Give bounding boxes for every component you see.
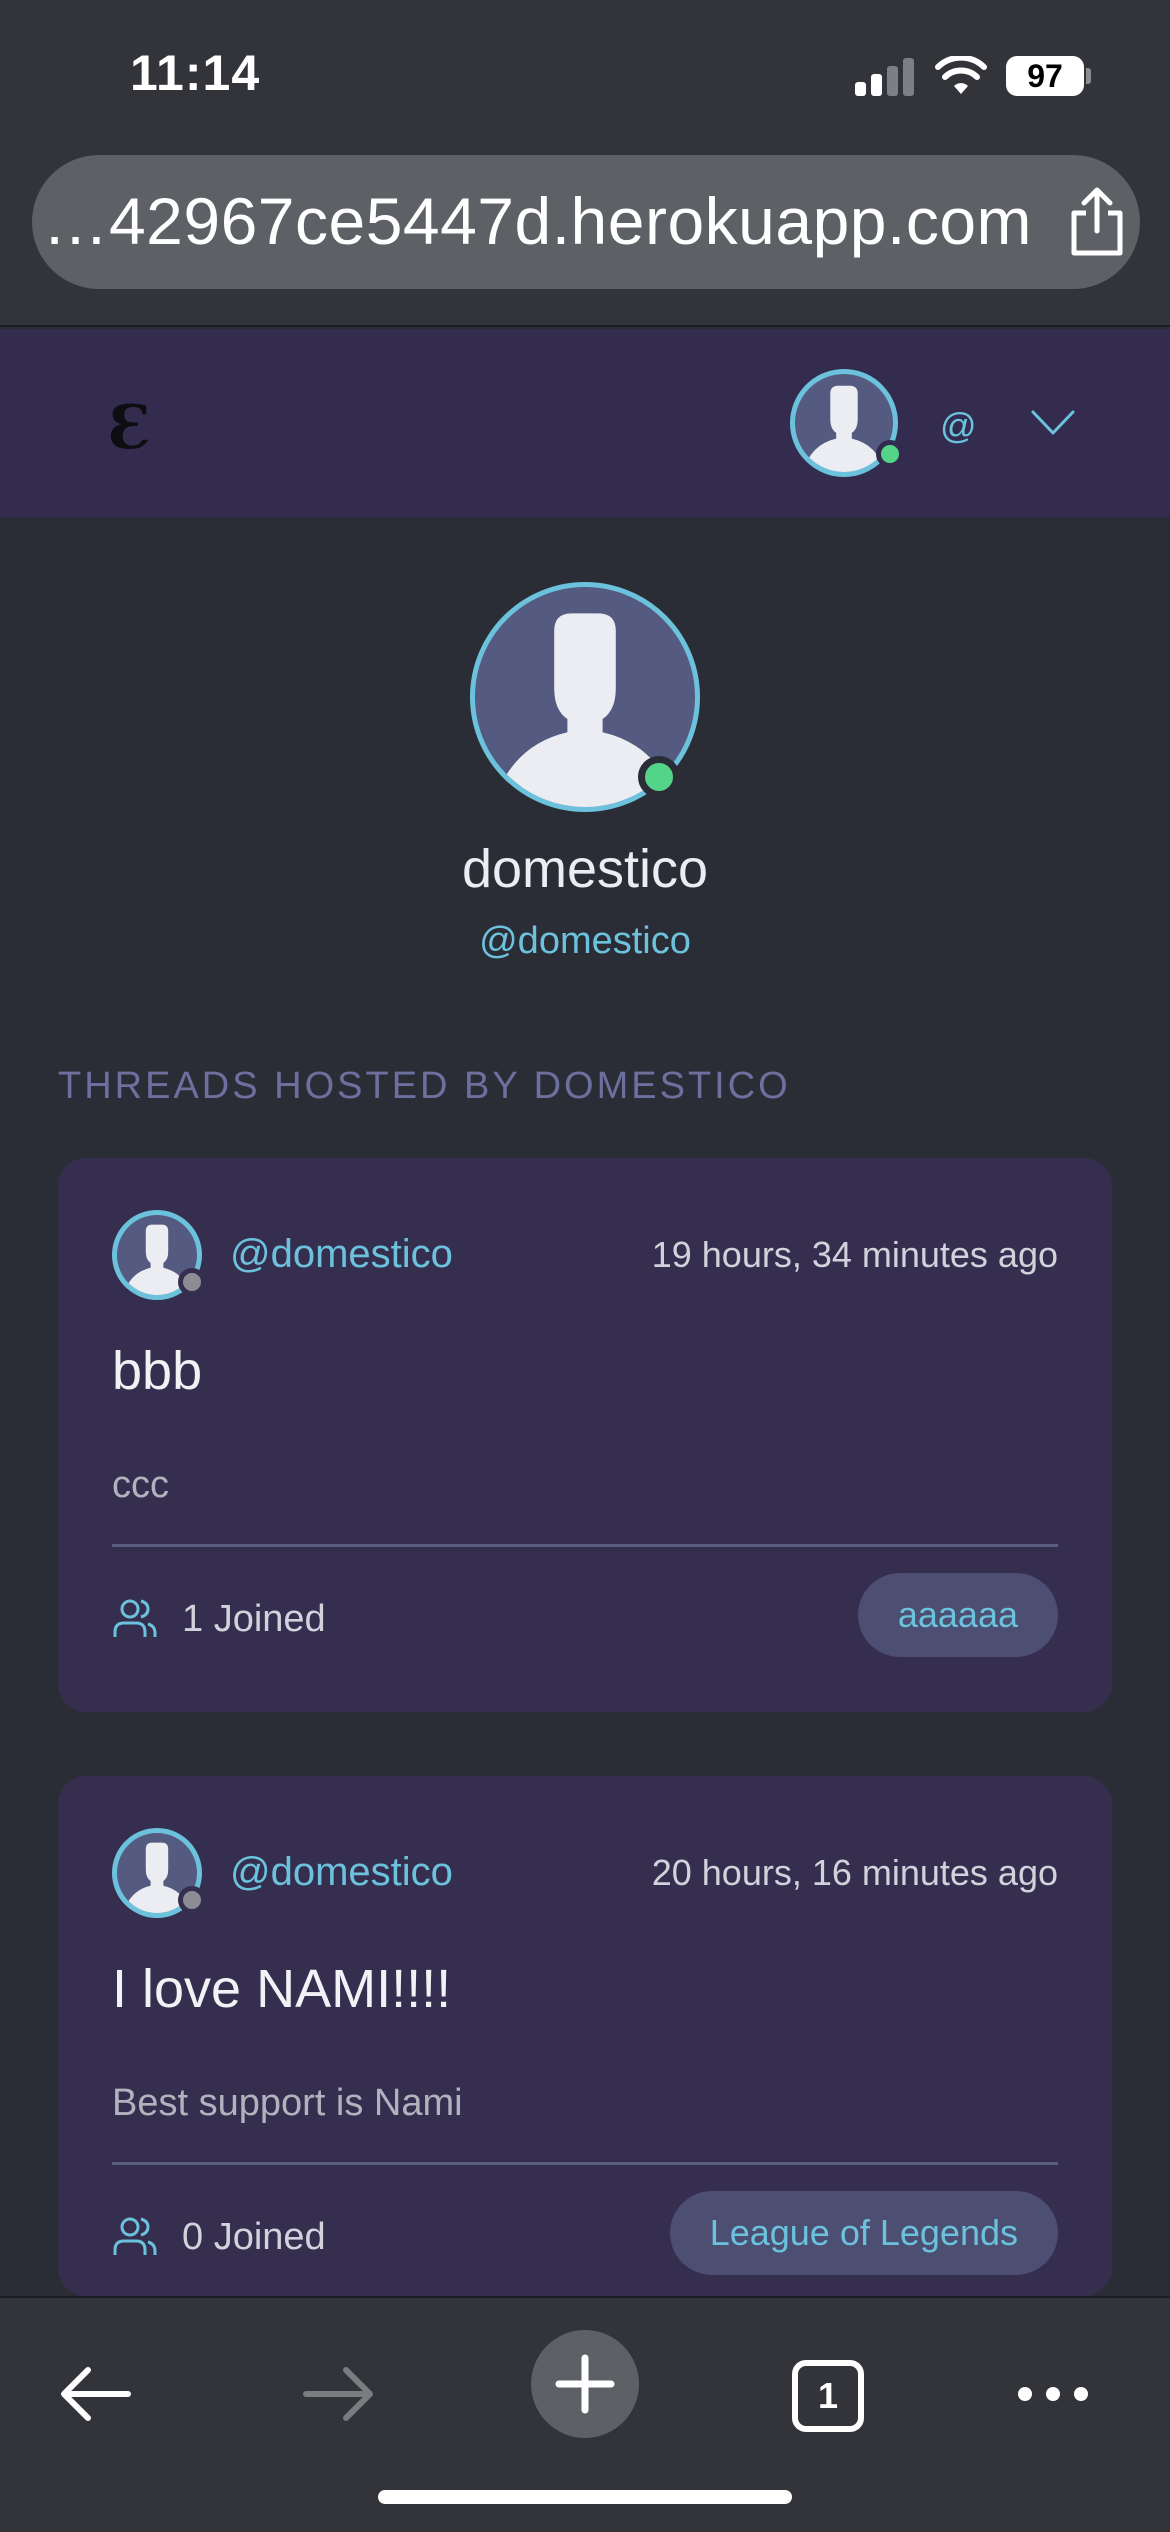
thread-tag[interactable]: League of Legends	[669, 2191, 1058, 2275]
joined-count: 0 Joined	[182, 2216, 326, 2258]
thread-title[interactable]: I love NAMI!!!!	[112, 1958, 451, 2020]
battery-icon: 97	[1006, 56, 1084, 96]
battery-tip	[1086, 68, 1091, 84]
divider	[112, 1544, 1058, 1547]
url-bar[interactable]: …42967ce5447d.herokuapp.com	[32, 155, 1140, 289]
site-logo[interactable]: Ɛ	[108, 393, 151, 463]
joined-count: 1 Joined	[182, 1598, 326, 1640]
thread-timestamp: 20 hours, 16 minutes ago	[651, 1852, 1058, 1893]
thread-description: ccc	[112, 1464, 169, 1506]
header-username[interactable]: @	[940, 405, 977, 447]
profile-handle: @domestico	[479, 920, 691, 962]
tabs-icon[interactable]: 1	[792, 2360, 864, 2432]
app-header: Ɛ @	[0, 329, 1170, 517]
home-indicator	[378, 2490, 792, 2504]
browser-address-area: …42967ce5447d.herokuapp.com	[0, 150, 1170, 327]
thread-author[interactable]: @domestico	[230, 1850, 453, 1895]
users-icon	[113, 2217, 157, 2255]
thread-author[interactable]: @domestico	[230, 1232, 453, 1277]
url-text[interactable]: …42967ce5447d.herokuapp.com	[32, 183, 1032, 259]
thread-card[interactable]: @domestico 20 hours, 16 minutes ago I lo…	[58, 1776, 1112, 2296]
offline-status-dot	[178, 1268, 206, 1296]
plus-icon	[555, 2354, 615, 2414]
divider	[112, 2162, 1058, 2165]
new-tab-button[interactable]	[531, 2330, 639, 2438]
thread-description: Best support is Nami	[112, 2082, 463, 2124]
status-time: 11:14	[130, 45, 261, 101]
forward-arrow-icon[interactable]	[302, 2364, 376, 2424]
users-icon	[113, 1599, 157, 1637]
status-bar: 11:14 97	[0, 0, 1170, 150]
profile-name: domestico	[461, 839, 709, 899]
signal-icon	[855, 58, 915, 96]
thread-card[interactable]: @domestico 19 hours, 34 minutes ago bbb …	[58, 1158, 1112, 1712]
thread-title[interactable]: bbb	[112, 1340, 202, 1402]
thread-tag[interactable]: aaaaaa	[857, 1573, 1058, 1657]
online-status-dot	[876, 440, 904, 468]
section-title: THREADS HOSTED BY DOMESTICO	[58, 1065, 791, 1107]
thread-timestamp: 19 hours, 34 minutes ago	[651, 1234, 1058, 1275]
more-icon[interactable]	[1016, 2374, 1090, 2414]
share-icon[interactable]	[1066, 187, 1128, 257]
back-arrow-icon[interactable]	[58, 2364, 132, 2424]
online-status-dot	[638, 756, 680, 798]
offline-status-dot	[178, 1886, 206, 1914]
chevron-down-icon[interactable]	[1030, 407, 1076, 439]
wifi-icon	[935, 56, 987, 94]
